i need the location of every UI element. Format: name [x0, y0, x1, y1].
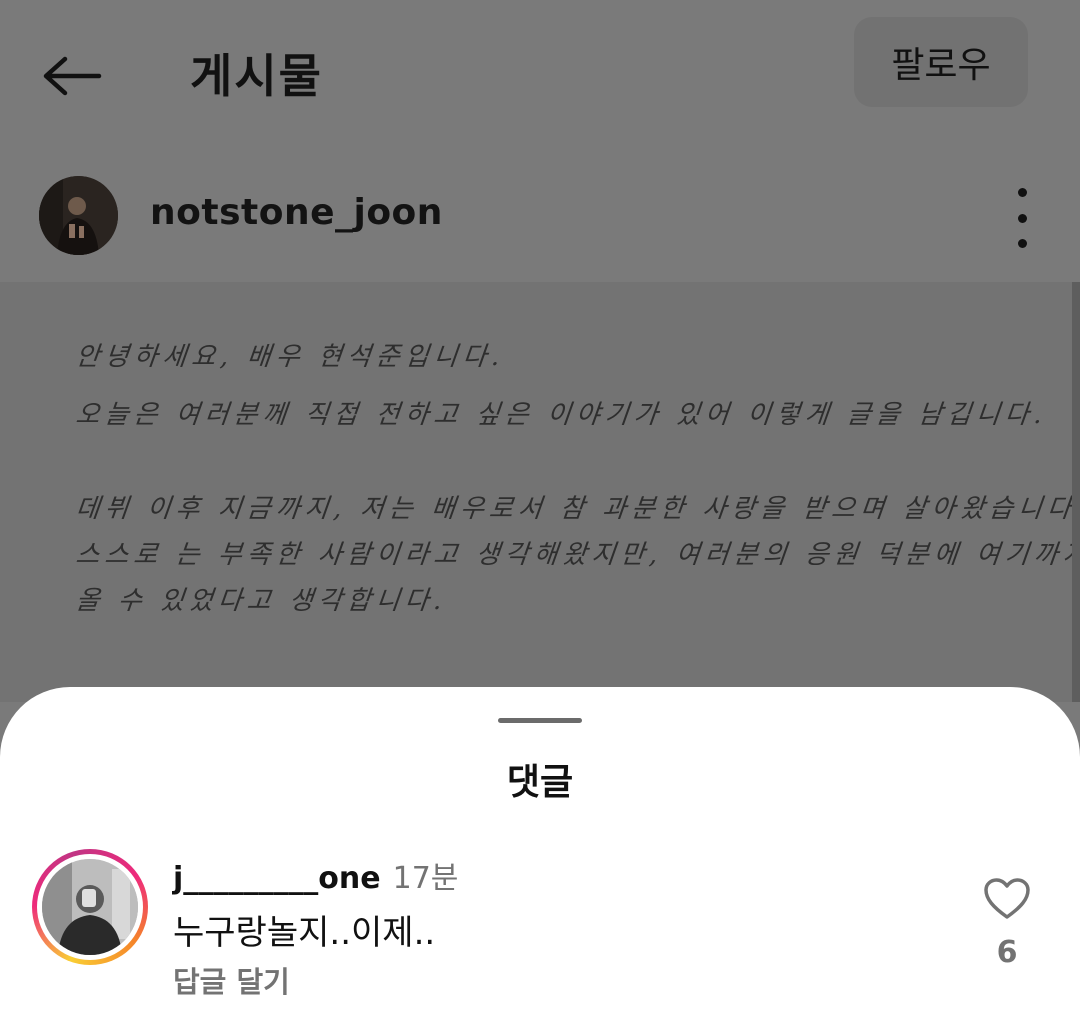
commenter-avatar-story-ring[interactable]	[32, 849, 148, 965]
author-avatar[interactable]	[39, 176, 118, 255]
post-image[interactable]: 안녕하세요, 배우 현석준입니다. 오늘은 여러분께 직접 전하고 싶은 이야기…	[0, 282, 1072, 702]
scroll-edge	[1072, 282, 1080, 702]
more-vertical-icon-dot	[1017, 213, 1027, 223]
comment-time: 17분	[392, 861, 459, 896]
commenter-photo	[42, 859, 138, 955]
heart-outline-icon	[984, 878, 1030, 919]
sheet-drag-handle[interactable]	[498, 718, 582, 723]
commenter-username[interactable]: j_________one	[173, 861, 381, 896]
author-photo	[39, 176, 118, 255]
comment-item: j_________one 17분 누구랑놀지..이제.. 답글 달기 6	[0, 845, 1080, 1005]
like-button[interactable]	[983, 877, 1031, 921]
page-title: 게시물	[190, 49, 323, 103]
more-vertical-icon-dot	[1017, 239, 1027, 248]
letter-line: 오늘은 여러분께 직접 전하고 싶은 이야기가 있어 이렇게 글을 남깁니다.	[74, 400, 1049, 430]
follow-button[interactable]: 팔로우	[854, 17, 1028, 107]
letter-line: 안녕하세요, 배우 현석준입니다.	[74, 342, 507, 372]
author-username[interactable]: notstone_joon	[150, 192, 443, 233]
letter-line: 데뷔 이후 지금까지, 저는 배우로서 참 과분한 사랑을 받으며 살아왔습니다…	[74, 494, 1072, 524]
more-vertical-icon	[1017, 188, 1027, 197]
post-header: notstone_joon	[0, 150, 1080, 280]
letter-line: 올 수 있었다고 생각합니다.	[74, 586, 449, 616]
reply-button[interactable]: 답글 달기	[173, 959, 290, 1001]
back-button[interactable]	[36, 44, 108, 108]
comment-text: 누구랑놀지..이제..	[173, 913, 436, 953]
story-ring-gap	[37, 854, 143, 960]
sheet-title: 댓글	[506, 762, 574, 803]
arrow-left-icon	[43, 56, 102, 96]
comments-sheet: 댓글 j_________one 17분 누구랑놀지..이제.. 답글 달기 6	[0, 687, 1080, 1035]
letter-line: 스스로 는 부족한 사람이라고 생각해왔지만, 여러분의 응원 덕분에 여기까지	[74, 540, 1072, 570]
top-app-bar: 게시물 팔로우	[0, 0, 1080, 145]
like-count: 6	[996, 935, 1018, 970]
more-options-button[interactable]	[1000, 188, 1044, 248]
commenter-avatar	[42, 859, 138, 955]
comment-meta: j_________one 17분	[173, 853, 458, 897]
